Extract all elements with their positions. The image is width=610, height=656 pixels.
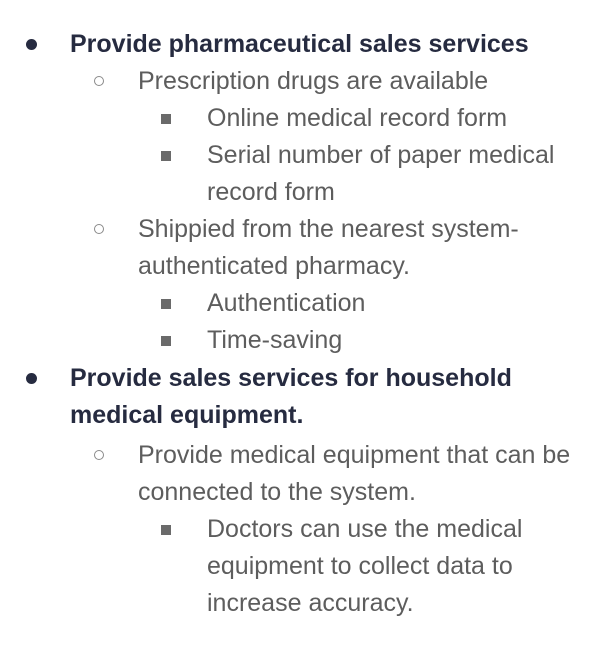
list-item-text: Serial number of paper medical record fo… — [207, 141, 555, 206]
list-item-level1: Provide sales services for household med… — [26, 360, 590, 434]
list-item-level2: Prescription drugs are available — [94, 63, 578, 100]
square-bullet-icon — [161, 525, 171, 535]
list-item-level1: Provide pharmaceutical sales services — [26, 26, 590, 63]
list-item-text: Time-saving — [207, 326, 343, 354]
list-item-text: Provide sales services for household med… — [70, 364, 512, 429]
list-item-level3: Online medical record form — [161, 100, 582, 137]
square-bullet-icon — [161, 336, 171, 346]
list-item-text: Prescription drugs are available — [138, 67, 489, 95]
list-item-level3: Serial number of paper medical record fo… — [161, 137, 582, 211]
hollow-circle-bullet-icon — [94, 76, 104, 86]
list-item-text: Online medical record form — [207, 104, 508, 132]
list-item-level2: Provide medical equipment that can be co… — [94, 437, 578, 511]
list-item-text: Provide pharmaceutical sales services — [70, 30, 529, 58]
list-item-text: Doctors can use the medical equipment to… — [207, 515, 523, 617]
bulleted-outline: Provide pharmaceutical sales services Pr… — [0, 0, 610, 656]
hollow-circle-bullet-icon — [94, 224, 104, 234]
square-bullet-icon — [161, 299, 171, 309]
list-item-text: Shippied from the nearest system-authent… — [138, 215, 519, 280]
list-item-text: Provide medical equipment that can be co… — [138, 441, 571, 506]
square-bullet-icon — [161, 114, 171, 124]
list-item-level3: Authentication — [161, 285, 582, 322]
list-item-level3: Doctors can use the medical equipment to… — [161, 511, 582, 622]
square-bullet-icon — [161, 151, 171, 161]
filled-disc-bullet-icon — [26, 373, 37, 384]
list-item-level3: Time-saving — [161, 322, 582, 359]
hollow-circle-bullet-icon — [94, 450, 104, 460]
list-item-level2: Shippied from the nearest system-authent… — [94, 211, 578, 285]
filled-disc-bullet-icon — [26, 39, 37, 50]
list-item-text: Authentication — [207, 289, 366, 317]
